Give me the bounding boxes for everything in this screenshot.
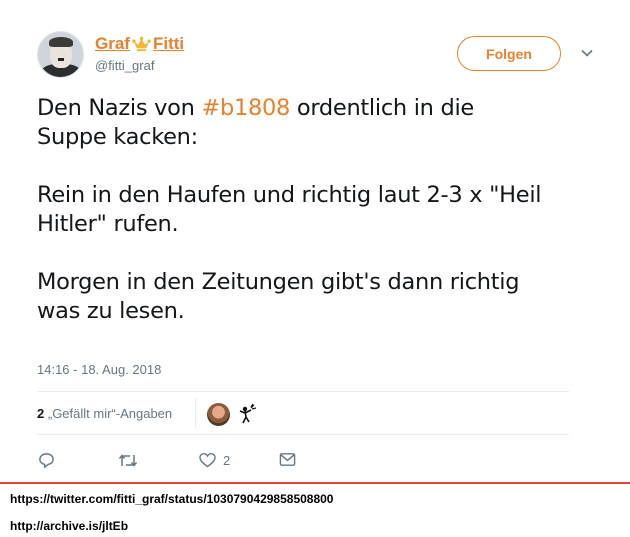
archive-url[interactable]: http://archive.is/jltEb [10, 519, 128, 533]
liker-avatar[interactable] [236, 402, 260, 426]
hashtag-link[interactable]: #b1808 [201, 95, 290, 121]
tweet-line: Hitler" rufen. [37, 211, 179, 237]
heart-icon [199, 452, 216, 468]
author-name[interactable]: Graf Fitti [95, 34, 184, 54]
tweet-line: was zu lesen. [37, 298, 185, 324]
separator-line [0, 482, 630, 484]
likes-count: 2 [37, 406, 45, 421]
tweet-line: Morgen in den Zeitungen gibt's dann rich… [37, 269, 520, 295]
tweet-timestamp[interactable]: 14:16 - 18. Aug. 2018 [37, 362, 161, 377]
tweet-text: Den Nazis von #b1808 ordentlich in die S… [37, 94, 607, 326]
chevron-down-icon[interactable] [580, 46, 594, 60]
tweet-line: Den Nazis von #b1808 ordentlich in die [37, 95, 474, 121]
thrower-icon [239, 403, 257, 424]
retweet-icon [118, 454, 138, 467]
follow-button[interactable]: Folgen [457, 36, 561, 71]
crown-icon [132, 36, 151, 51]
author-avatar[interactable] [37, 31, 84, 78]
divider [37, 391, 569, 392]
likes-summary[interactable]: 2 „Gefällt mir“-Angaben [37, 406, 172, 421]
divider [37, 434, 569, 435]
tweet-card: Graf Fitti @fitti_graf Folgen Den Nazis … [0, 0, 630, 482]
tweet-line: Rein in den Haufen und richtig laut 2-3 … [37, 182, 542, 208]
author-name-second: Fitti [152, 34, 185, 53]
tweet-line: Suppe kacken: [37, 124, 198, 150]
envelope-icon [279, 453, 296, 466]
author-handle[interactable]: @fitti_graf [95, 58, 154, 73]
retweet-button[interactable] [118, 452, 138, 469]
reply-icon [39, 453, 54, 469]
liker-avatar[interactable] [207, 403, 230, 426]
like-count: 2 [223, 452, 231, 468]
reply-button[interactable] [38, 452, 55, 469]
divider [195, 398, 196, 428]
like-button[interactable]: 2 [199, 452, 230, 468]
source-url[interactable]: https://twitter.com/fitti_graf/status/10… [10, 492, 333, 506]
likes-label: „Gefällt mir“-Angaben [47, 406, 173, 421]
direct-message-button[interactable] [279, 452, 296, 467]
author-name-first: Graf [95, 34, 130, 53]
